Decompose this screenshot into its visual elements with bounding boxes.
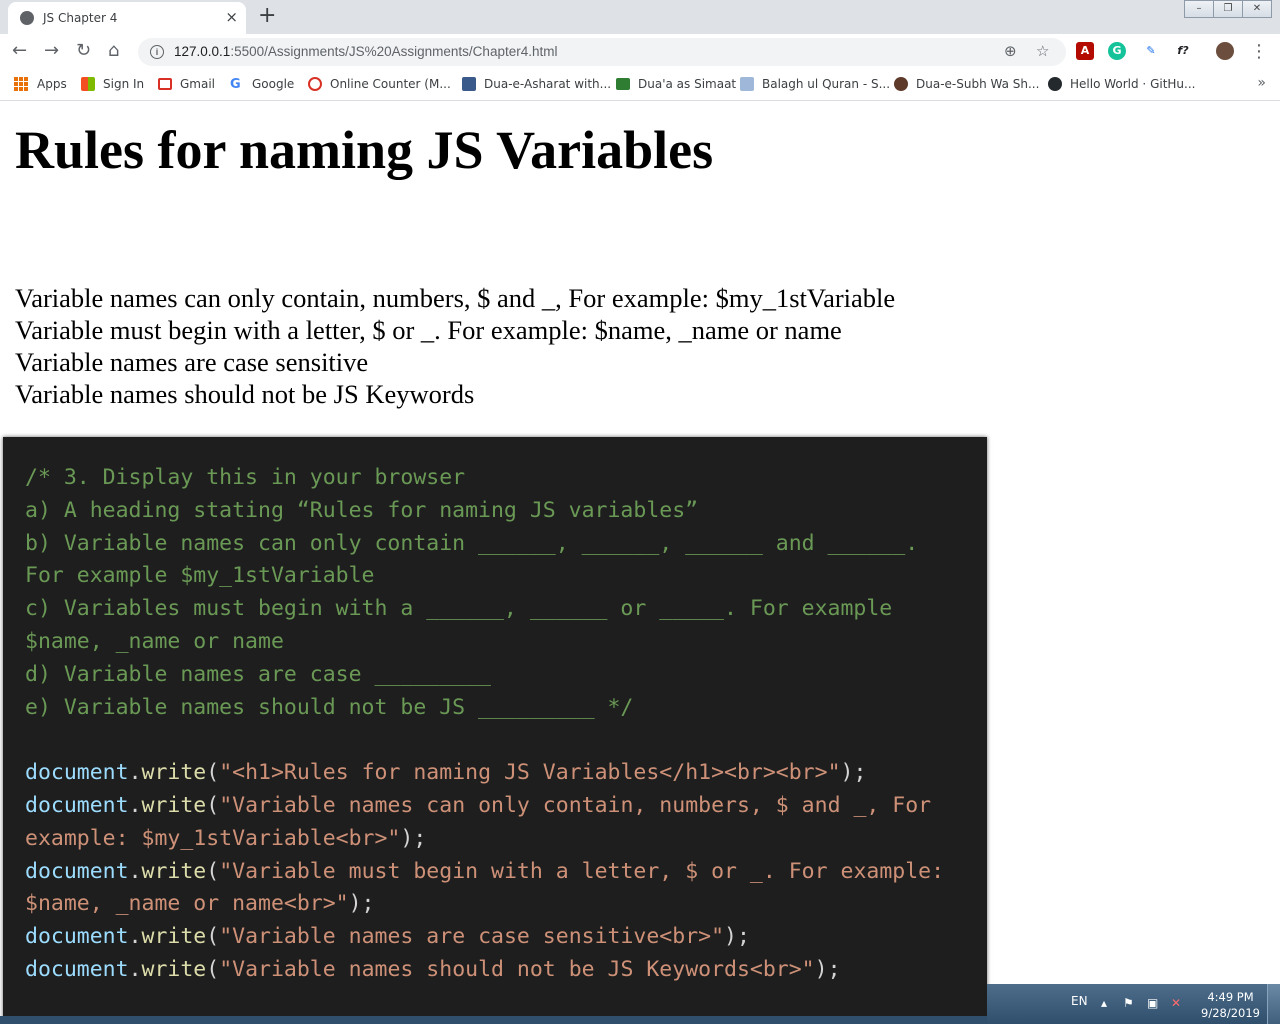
grammarly-extension-icon[interactable]: G <box>1108 42 1126 60</box>
github-icon <box>1048 77 1062 91</box>
code-comment-line: $name, _name or name <box>25 628 284 654</box>
code-comment-line: a) A heading stating “Rules for naming J… <box>25 497 699 523</box>
site-icon <box>894 77 908 91</box>
counter-icon <box>308 77 322 91</box>
code-line: $name, _name or name<br>"); <box>25 891 375 917</box>
url-text: 127.0.0.1:5500/Assignments/JS%20Assignme… <box>174 44 558 59</box>
clock-date: 9/28/2019 <box>1201 1006 1260 1020</box>
code-comment-line: b) Variable names can only contain _____… <box>25 530 919 556</box>
browser-toolbar: ← → ↻ ⌂ i 127.0.0.1:5500/Assignments/JS%… <box>0 34 1280 70</box>
taskbar-strip <box>0 1016 987 1024</box>
globe-icon <box>20 11 34 25</box>
info-icon[interactable]: i <box>150 45 164 59</box>
pdf-extension-icon[interactable]: A <box>1076 42 1094 60</box>
show-hidden-icons-icon[interactable]: ▴ <box>1101 996 1107 1010</box>
reload-button[interactable]: ↻ <box>76 40 91 61</box>
new-tab-button[interactable]: + <box>258 3 276 28</box>
back-button[interactable]: ← <box>12 40 27 61</box>
bookmark-balagh-ul-quran[interactable]: Balagh ul Quran - S... <box>740 77 890 91</box>
show-desktop-button[interactable] <box>1267 984 1280 1024</box>
minimize-button[interactable]: – <box>1184 0 1214 18</box>
rules-list: Variable names can only contain, numbers… <box>15 282 895 410</box>
close-window-button[interactable]: ✕ <box>1242 0 1272 18</box>
bookmark-dua-e-subh[interactable]: Dua-e-Subh Wa Sh... <box>894 77 1039 91</box>
code-line: document.write("Variable names should no… <box>25 956 841 982</box>
bookmark-hello-world-github[interactable]: Hello World · GitHu... <box>1048 77 1195 91</box>
forward-button[interactable]: → <box>44 40 59 61</box>
flag-icon[interactable]: ⚑ <box>1123 996 1134 1010</box>
code-comment-line: d) Variable names are case _________ <box>25 661 491 687</box>
code-editor-snippet: /* 3. Display this in your browser a) A h… <box>3 437 987 1024</box>
tab-close-button[interactable]: × <box>225 8 238 26</box>
code-block: /* 3. Display this in your browser a) A h… <box>25 462 944 987</box>
maximize-button[interactable]: ❐ <box>1213 0 1243 18</box>
window-controls: – ❐ ✕ <box>1184 0 1272 18</box>
bookmark-gmail[interactable]: Gmail <box>158 77 215 91</box>
tab-title: JS Chapter 4 <box>43 11 118 25</box>
code-line: document.write("Variable names are case … <box>25 924 750 950</box>
bookmark-dua-e-asharat[interactable]: Dua-e-Asharat with... <box>462 77 611 91</box>
language-indicator[interactable]: EN <box>1071 994 1088 1008</box>
bookmark-online-counter[interactable]: Online Counter (M... <box>308 77 451 91</box>
rule-line: Variable names are case sensitive <box>15 347 369 377</box>
code-comment-line: c) Variables must begin with a ______, _… <box>25 596 893 622</box>
browser-tab[interactable]: JS Chapter 4 × <box>8 2 246 34</box>
zoom-icon[interactable]: ⊕ <box>1004 42 1017 60</box>
code-comment-line: e) Variable names should not be JS _____… <box>25 694 634 720</box>
network-icon[interactable]: ▣ <box>1147 996 1158 1010</box>
clock[interactable]: 4:49 PM 9/28/2019 <box>1201 989 1260 1021</box>
mosque-icon <box>616 78 630 90</box>
site-icon <box>462 77 476 91</box>
rule-line: Variable must begin with a letter, $ or … <box>15 315 842 345</box>
rule-line: Variable names can only contain, numbers… <box>15 283 896 313</box>
google-icon: G <box>230 77 241 92</box>
address-bar[interactable]: i 127.0.0.1:5500/Assignments/JS%20Assign… <box>138 38 1066 66</box>
browser-tab-bar: JS Chapter 4 × + – ❐ ✕ <box>0 0 1280 34</box>
bookmark-apps[interactable]: Apps <box>14 77 67 91</box>
bookmark-sign-in[interactable]: Sign In <box>81 77 144 91</box>
system-tray: EN ▴ ⚑ ▣ ✕ 4:49 PM 9/28/2019 <box>987 984 1280 1024</box>
microsoft-icon <box>81 77 95 91</box>
volume-muted-icon[interactable]: ✕ <box>1171 996 1181 1010</box>
page-heading: Rules for naming JS Variables <box>15 120 714 180</box>
bookmark-google[interactable]: G Google <box>230 77 294 92</box>
avatar[interactable] <box>1216 42 1234 60</box>
code-comment-line: /* 3. Display this in your browser <box>25 465 466 490</box>
home-button[interactable]: ⌂ <box>108 40 119 61</box>
code-line: document.write("<h1>Rules for naming JS … <box>25 760 867 786</box>
code-line: document.write("Variable must begin with… <box>25 858 945 884</box>
gmail-icon <box>158 78 172 90</box>
formula-extension-icon[interactable]: f? <box>1172 42 1194 60</box>
more-bookmarks-button[interactable]: » <box>1257 75 1266 91</box>
clock-time: 4:49 PM <box>1207 990 1254 1004</box>
code-line: document.write("Variable names can only … <box>25 792 932 818</box>
code-line: example: $my_1stVariable<br>"); <box>25 825 427 851</box>
bookmark-duaa-as-simaat[interactable]: Dua'a as Simaat <box>616 77 736 91</box>
rule-line: Variable names should not be JS Keywords <box>15 379 475 409</box>
code-comment-line: For example $my_1stVariable <box>25 563 375 589</box>
menu-icon[interactable]: ⋮ <box>1250 41 1268 62</box>
bookmark-star-icon[interactable]: ☆ <box>1036 42 1049 60</box>
dropper-extension-icon[interactable]: ✎ <box>1142 42 1160 60</box>
apps-grid-icon <box>14 77 28 91</box>
bookmarks-bar: Apps Sign In Gmail G Google Online Count… <box>0 70 1280 101</box>
site-icon <box>740 77 754 91</box>
